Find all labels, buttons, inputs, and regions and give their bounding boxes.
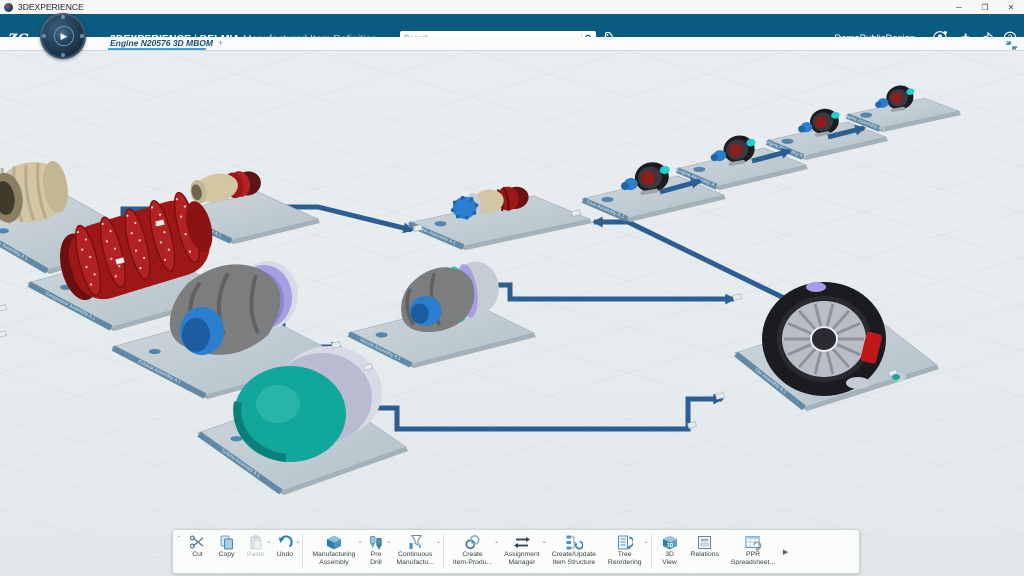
platform-roundel-icon xyxy=(860,113,872,118)
toolbar-separator xyxy=(302,534,303,569)
platform-roundel-icon xyxy=(601,197,613,202)
undo-dropdown-caret[interactable]: ⌄ xyxy=(295,538,300,545)
toolbar-cut-button[interactable]: Cut xyxy=(183,530,212,573)
create-update-item-structure-icon xyxy=(565,533,583,551)
active-tab-indicator xyxy=(108,48,206,50)
manufacturing-assembly-icon xyxy=(325,533,343,551)
mbom-node-n6[interactable]: Rotor Assembly A.1 xyxy=(408,181,592,250)
application-window: 3DEXPERIENCE ─ ❐ ✕ ӠS DemoPublicDesign ⌄… xyxy=(0,0,1024,576)
undo-icon xyxy=(276,533,293,551)
manufacturing-assembly-label: Assembly xyxy=(319,559,348,567)
platform-roundel-icon xyxy=(230,436,242,441)
tree-reordering-icon xyxy=(616,533,633,551)
pre-drill-label: Pre xyxy=(371,551,382,559)
compass-play-icon[interactable]: ▶ xyxy=(54,26,74,46)
toolbar-copy-button[interactable]: Copy xyxy=(212,530,241,573)
mbom-canvas[interactable]: Case Assembly A.1Shaft Assembly A.1Compr… xyxy=(0,51,1024,576)
mbom-3d-viewport[interactable]: Case Assembly A.1Shaft Assembly A.1Compr… xyxy=(0,51,1024,576)
platform-roundel-icon xyxy=(376,332,388,337)
toolbar-assignment-manager-button[interactable]: AssignmentManager⌄ xyxy=(498,530,546,573)
continuous-manufacturing-label: Continuous xyxy=(398,551,432,559)
copy-label: Copy xyxy=(219,551,235,559)
platform-roundel-icon xyxy=(781,139,793,144)
more-commands-button[interactable]: ▶ xyxy=(781,548,790,556)
continuous-manufacturing-dropdown-caret[interactable]: ⌄ xyxy=(436,538,441,545)
toolbar-tree-reordering-button[interactable]: TreeReordering ⌄ xyxy=(602,530,648,573)
toolbar-manufacturing-assembly-button[interactable]: ManufacturingAssembly⌄ xyxy=(306,530,361,573)
toolbar-undo-button[interactable]: Undo⌄ xyxy=(270,530,299,573)
relations-icon xyxy=(696,533,713,551)
tree-reordering-dropdown-caret[interactable]: ⌄ xyxy=(644,538,649,545)
ppr-spreadsheet-label: Spreadsheet... xyxy=(731,559,775,567)
action-bar-collapse[interactable]: ⌄ xyxy=(175,530,183,573)
create-item-product-label: Create xyxy=(462,551,482,559)
undo-label: Undo xyxy=(277,551,293,559)
svg-text:3D: 3D xyxy=(666,543,673,549)
fit-view-icon[interactable] xyxy=(1005,38,1018,49)
pre-drill-icon xyxy=(367,533,384,551)
platform-roundel-icon xyxy=(434,221,446,226)
platform-roundel-icon xyxy=(149,349,161,354)
toolbar-create-item-product-button[interactable]: CreateItem-Produ...⌄ xyxy=(447,530,498,573)
cut-label: Cut xyxy=(192,551,203,559)
toolbar-3d-view-button[interactable]: 3D3DView xyxy=(655,530,685,573)
create-item-product-label: Item-Produ... xyxy=(453,559,492,567)
ppr-spreadsheet-label: PPR xyxy=(746,551,760,559)
window-titlebar: 3DEXPERIENCE ─ ❐ ✕ xyxy=(0,0,1024,14)
ppr-spreadsheet-icon xyxy=(744,533,762,551)
platform-roundel-icon xyxy=(693,167,705,172)
manufacturing-assembly-label: Manufacturing xyxy=(312,551,355,559)
action-bar: ⌄ CutCopyPaste⌄Undo⌄ManufacturingAssembl… xyxy=(172,529,860,574)
mbom-node-n12[interactable]: Fan Assembly A.1 xyxy=(735,282,939,411)
pre-drill-label: Drill xyxy=(370,559,382,567)
maximize-button[interactable]: ❐ xyxy=(972,3,998,12)
paste-label: Paste xyxy=(247,551,264,559)
cut-icon xyxy=(189,533,206,551)
tab-engine-mbom[interactable]: Engine N20576 3D MBOM xyxy=(110,38,213,48)
3d-view-icon: 3D xyxy=(661,533,679,551)
3d-view-label: 3D xyxy=(665,551,674,559)
tree-reordering-label: Tree xyxy=(618,551,632,559)
3d-view-label: View xyxy=(662,559,677,567)
assignment-manager-icon xyxy=(513,533,531,551)
create-update-item-structure-label: Create/Update xyxy=(552,551,596,559)
window-title: 3DEXPERIENCE xyxy=(18,2,84,12)
new-tab-button[interactable]: + xyxy=(218,38,223,48)
copy-icon xyxy=(218,533,235,551)
app-bar: ӠS DemoPublicDesign ⌄ + ? 3DEXPERIENCE |… xyxy=(0,14,1024,37)
continuous-manufacturing-icon xyxy=(407,533,424,551)
close-button[interactable]: ✕ xyxy=(998,3,1024,12)
toolbar-ppr-spreadsheet-button[interactable]: PPRSpreadsheet... xyxy=(725,530,781,573)
minimize-button[interactable]: ─ xyxy=(946,3,972,12)
toolbar-relations-button[interactable]: Relations xyxy=(685,530,725,573)
toolbar-create-update-item-structure-button[interactable]: Create/UpdateItem Structure xyxy=(546,530,602,573)
mbom-node-n11[interactable]: Engine Assembly A.1 xyxy=(842,83,961,132)
paste-icon xyxy=(247,533,264,551)
toolbar-separator xyxy=(651,534,652,569)
continuous-manufacturing-label: Manufactu... xyxy=(396,559,433,567)
connector-part[interactable] xyxy=(892,373,906,381)
assignment-manager-label: Manager xyxy=(509,559,536,567)
assignment-manager-label: Assignment xyxy=(504,551,540,559)
toolbar-continuous-manufacturing-button[interactable]: ContinuousManufactu... ⌄ xyxy=(390,530,439,573)
tree-reordering-label: Reordering xyxy=(608,559,642,567)
toolbar-pre-drill-button[interactable]: PreDrill⌄ xyxy=(361,530,390,573)
part-fan[interactable] xyxy=(762,282,886,396)
3dexperience-compass[interactable]: ▶ xyxy=(40,13,86,59)
app-icon xyxy=(4,3,13,12)
toolbar-separator xyxy=(443,534,444,569)
create-update-item-structure-label: Item Structure xyxy=(552,559,595,567)
mbom-nodes: Case Assembly A.1Shaft Assembly A.1Compr… xyxy=(0,83,961,495)
tab-bar: Engine N20576 3D MBOM + xyxy=(0,37,1024,51)
toolbar-paste-button[interactable]: Paste⌄ xyxy=(241,530,270,573)
relations-label: Relations xyxy=(691,551,719,559)
create-item-product-icon xyxy=(464,533,481,551)
mbom-node-n7[interactable]: Nozzle Assembly A.1 xyxy=(348,259,536,368)
